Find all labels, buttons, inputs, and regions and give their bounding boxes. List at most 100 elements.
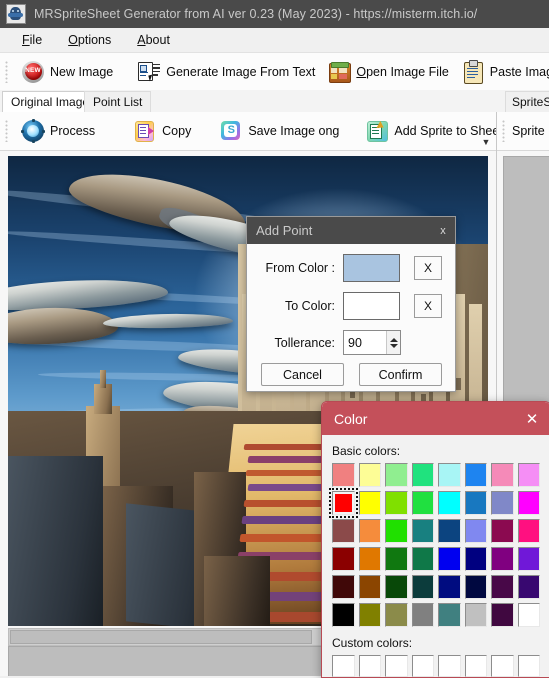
open-file-icon: [327, 60, 352, 84]
basic-color-swatch[interactable]: [517, 603, 540, 627]
basic-color-swatch[interactable]: [491, 491, 514, 515]
basic-color-swatch[interactable]: [385, 575, 408, 599]
basic-color-swatch[interactable]: [358, 603, 381, 627]
basic-color-swatch[interactable]: [491, 519, 514, 543]
basic-color-swatch[interactable]: [332, 519, 355, 543]
close-icon[interactable]: x: [431, 217, 455, 244]
custom-color-swatch[interactable]: [438, 655, 461, 677]
basic-color-swatch[interactable]: [411, 575, 434, 599]
add-sprite-to-sheet-button[interactable]: Add Sprite to Sheet: [359, 116, 496, 146]
basic-color-swatch[interactable]: [517, 575, 540, 599]
stepper-up-icon[interactable]: [389, 337, 398, 342]
basic-color-swatch[interactable]: [385, 547, 408, 571]
sprite-toolbar-label[interactable]: Sprite: [512, 124, 545, 138]
tolerance-arrows[interactable]: [386, 331, 400, 354]
basic-color-swatch[interactable]: [332, 575, 355, 599]
save-image-button[interactable]: S Save Image ong: [213, 116, 345, 146]
paste-image-label: Paste Image: [489, 64, 549, 79]
from-color-clear-button[interactable]: X: [414, 256, 442, 280]
new-image-button[interactable]: NEW New Image: [15, 57, 119, 87]
window-title: MRSpriteSheet Generator from AI ver 0.23…: [34, 7, 478, 21]
basic-color-swatch[interactable]: [411, 519, 434, 543]
tab-point-list[interactable]: Point List: [84, 91, 152, 114]
to-color-swatch[interactable]: [343, 292, 400, 320]
confirm-button[interactable]: Confirm: [359, 363, 442, 386]
image-toolbar-grip[interactable]: [5, 120, 8, 142]
basic-color-swatch[interactable]: [438, 603, 461, 627]
custom-color-swatch[interactable]: [517, 655, 540, 677]
basic-color-swatch[interactable]: [385, 519, 408, 543]
basic-color-swatch[interactable]: [517, 547, 540, 571]
toolbar-overflow-button[interactable]: ▼: [480, 136, 492, 148]
tolerance-input[interactable]: [344, 331, 386, 354]
tab-sprite-sheet[interactable]: SpriteSh: [505, 91, 549, 114]
basic-color-swatch[interactable]: [411, 463, 434, 487]
open-image-file-button[interactable]: Open Image File: [321, 57, 454, 87]
basic-color-swatch[interactable]: [491, 463, 514, 487]
save-image-label: Save Image ong: [248, 124, 340, 138]
basic-color-swatch[interactable]: [491, 575, 514, 599]
basic-color-swatch[interactable]: [411, 491, 434, 515]
basic-color-swatch[interactable]: [358, 547, 381, 571]
basic-color-swatch[interactable]: [464, 463, 487, 487]
basic-color-swatch[interactable]: [517, 463, 540, 487]
sprite-toolbar-grip[interactable]: [502, 120, 505, 142]
basic-color-swatch[interactable]: [329, 488, 358, 518]
basic-color-swatch[interactable]: [438, 519, 461, 543]
basic-color-swatch[interactable]: [438, 463, 461, 487]
basic-color-swatch[interactable]: [358, 491, 381, 515]
stepper-down-icon[interactable]: [389, 343, 398, 348]
basic-color-swatch[interactable]: [358, 463, 381, 487]
basic-color-swatch[interactable]: [385, 463, 408, 487]
tolerance-label: Tollerance:: [274, 335, 335, 350]
basic-color-swatch[interactable]: [385, 491, 408, 515]
add-sprite-icon: [365, 119, 389, 143]
basic-color-swatch[interactable]: [332, 463, 355, 487]
basic-color-swatch[interactable]: [464, 519, 487, 543]
basic-color-swatch[interactable]: [438, 491, 461, 515]
from-color-swatch[interactable]: [343, 254, 400, 282]
scrollbar-thumb[interactable]: [10, 630, 312, 644]
basic-color-swatch[interactable]: [411, 603, 434, 627]
process-button[interactable]: Process: [15, 116, 101, 146]
cancel-button[interactable]: Cancel: [261, 363, 344, 386]
basic-color-swatch[interactable]: [438, 547, 461, 571]
basic-color-swatch[interactable]: [517, 491, 540, 515]
to-color-label: To Color:: [284, 299, 335, 313]
add-point-title: Add Point: [256, 223, 313, 238]
custom-color-swatch[interactable]: [332, 655, 355, 677]
color-dialog-title: Color: [334, 410, 368, 427]
menu-item-options[interactable]: Options: [58, 30, 121, 50]
basic-colors-grid: [329, 463, 540, 627]
custom-color-swatch[interactable]: [385, 655, 408, 677]
generate-image-from-text-button[interactable]: Generate Image From Text: [131, 57, 321, 87]
toolbar-grip[interactable]: [5, 60, 8, 83]
to-color-clear-button[interactable]: X: [414, 294, 442, 318]
custom-color-swatch[interactable]: [411, 655, 434, 677]
basic-color-swatch[interactable]: [464, 603, 487, 627]
basic-color-swatch[interactable]: [332, 603, 355, 627]
custom-color-swatch[interactable]: [491, 655, 514, 677]
basic-color-swatch[interactable]: [464, 491, 487, 515]
custom-color-swatch[interactable]: [358, 655, 381, 677]
basic-color-swatch[interactable]: [464, 547, 487, 571]
paste-image-button[interactable]: Paste Image: [455, 57, 549, 87]
copy-button[interactable]: Copy: [127, 116, 197, 146]
basic-color-swatch[interactable]: [411, 547, 434, 571]
basic-color-swatch[interactable]: [464, 575, 487, 599]
menu-item-about[interactable]: About: [127, 30, 180, 50]
basic-color-swatch[interactable]: [385, 603, 408, 627]
basic-color-swatch[interactable]: [358, 519, 381, 543]
color-dialog-titlebar: Color ✕: [322, 402, 549, 435]
basic-color-swatch[interactable]: [358, 575, 381, 599]
basic-color-swatch[interactable]: [332, 547, 355, 571]
basic-color-swatch[interactable]: [438, 575, 461, 599]
close-icon[interactable]: ✕: [514, 402, 549, 435]
custom-color-swatch[interactable]: [464, 655, 487, 677]
basic-color-swatch[interactable]: [491, 603, 514, 627]
tolerance-stepper[interactable]: [343, 330, 401, 355]
copy-icon: [133, 119, 157, 143]
menu-item-file[interactable]: File: [12, 30, 52, 50]
basic-color-swatch[interactable]: [491, 547, 514, 571]
basic-color-swatch[interactable]: [517, 519, 540, 543]
